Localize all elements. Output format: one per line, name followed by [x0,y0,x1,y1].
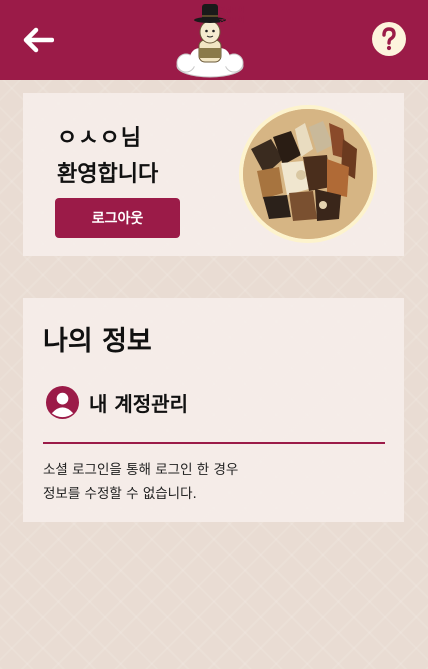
question-mark-icon [382,27,396,51]
user-name: ㅇㅅㅇ님 [57,126,142,151]
account-management-link[interactable]: 내 계정관리 [45,384,188,420]
herb-image [239,105,377,243]
account-management-label: 내 계정관리 [89,391,188,416]
my-info-card: 나의 정보 내 계정관리 소셜 로그인을 통해 로그인 한 경우 정보를 수정할… [23,298,404,522]
my-info-title: 나의 정보 [43,326,152,357]
app-logo: 아랑미아 궁쿠미아 [172,0,248,80]
logout-button[interactable]: 로그아웃 [55,198,180,238]
logo-text-line2: 궁쿠미아 [219,16,245,24]
logo-text-line1: 아랑미아 [219,6,245,14]
notice-line-1: 소셜 로그인을 통해 로그인 한 경우 [43,462,239,478]
arrow-left-icon [23,27,54,53]
back-button[interactable] [18,20,58,60]
welcome-card: ㅇㅅㅇ님 환영합니다 로그아웃 [23,93,404,256]
user-circle-icon [45,385,80,419]
help-button[interactable] [372,22,406,56]
herbs-photo-icon [243,109,373,239]
notice-line-2: 정보를 수정할 수 없습니다. [43,486,197,502]
social-login-notice: 소셜 로그인을 통해 로그인 한 경우 정보를 수정할 수 없습니다. [43,458,238,506]
welcome-message: 환영합니다 [57,162,159,187]
top-header: 아랑미아 궁쿠미아 [0,0,428,80]
divider [43,442,385,444]
